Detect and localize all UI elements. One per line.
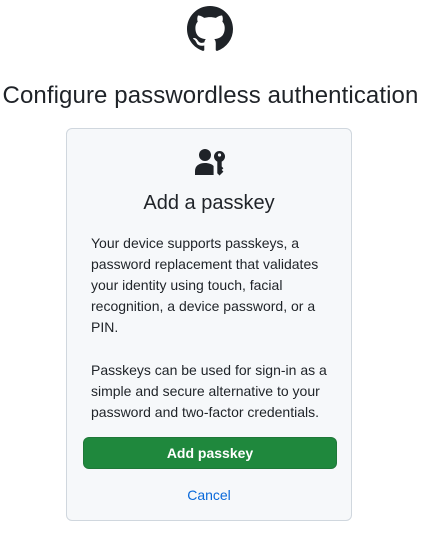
cancel-link[interactable]: Cancel — [67, 487, 351, 503]
page: Configure passwordless authentication Ad… — [0, 0, 421, 540]
page-title: Configure passwordless authentication — [2, 82, 419, 109]
card-title: Add a passkey — [143, 192, 275, 214]
passkey-icon — [195, 149, 225, 176]
github-mark-icon[interactable] — [187, 6, 233, 52]
passkey-card: Add a passkey Your device supports passk… — [66, 128, 352, 521]
description-paragraph-secondary: Passkeys can be used for sign-in as a si… — [91, 362, 327, 420]
add-passkey-button[interactable]: Add passkey — [83, 437, 337, 469]
description-paragraph: Your device supports passkeys, a passwor… — [91, 235, 319, 335]
